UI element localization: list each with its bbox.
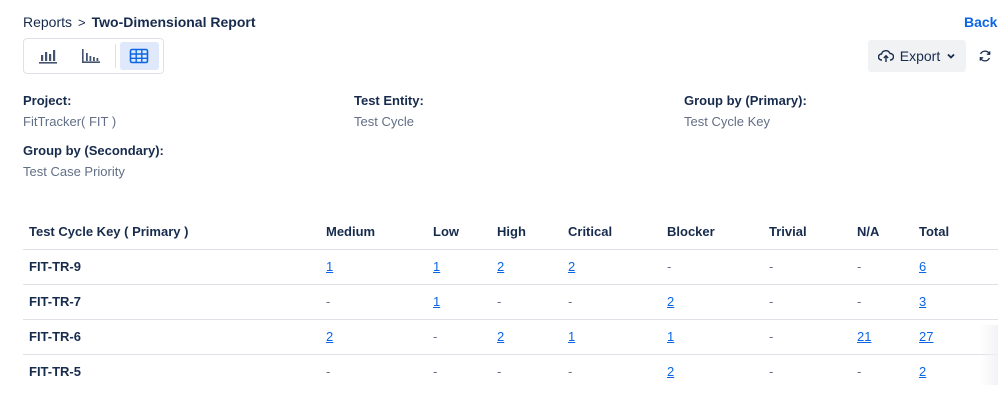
count-cell: 2 (661, 284, 763, 320)
export-label: Export (899, 48, 941, 64)
breadcrumb-separator: > (78, 14, 86, 30)
count-cell: 2 (491, 319, 562, 355)
count-cell: - (433, 364, 438, 380)
breadcrumb-reports-link[interactable]: Reports (23, 14, 72, 30)
refresh-button[interactable] (976, 47, 994, 65)
count-link[interactable]: 1 (667, 329, 674, 344)
toggle-divider (114, 44, 116, 68)
count-cell: 21 (851, 319, 913, 355)
column-header: Medium (320, 215, 427, 250)
count-link[interactable]: 2 (497, 329, 504, 344)
table-view-button[interactable] (119, 42, 160, 70)
export-button[interactable]: Export (868, 40, 966, 72)
table-row: FIT-TR-5 - - - - 2 - - 2 (23, 354, 998, 389)
row-key-cell: FIT-TR-5 (29, 364, 81, 380)
count-cell: - (857, 364, 862, 380)
count-link[interactable]: 2 (919, 364, 926, 379)
column-header: Blocker (661, 215, 763, 250)
column-header: High (491, 215, 562, 250)
horizontal-scroll-shadow (980, 325, 998, 385)
count-cell: - (491, 284, 562, 320)
count-link[interactable]: 2 (667, 364, 674, 379)
view-toggle-group (23, 38, 164, 74)
refresh-icon (979, 50, 991, 62)
column-header: Trivial (763, 215, 851, 250)
group-primary-label: Group by (Primary): (684, 93, 807, 108)
report-table: Test Cycle Key ( Primary ) Medium Low High C… (23, 215, 998, 389)
count-cell: - (427, 319, 491, 355)
count-cell: - (562, 284, 661, 320)
count-cell: 6 (913, 249, 998, 285)
row-key-cell: FIT-TR-6 (23, 319, 320, 355)
table-row: FIT-TR-9 1 1 2 2- - -6 (23, 249, 998, 285)
row-key-cell: FIT-TR-7 (23, 284, 320, 320)
count-link[interactable]: 21 (857, 329, 871, 344)
count-cell: - (326, 364, 331, 380)
count-cell: - (763, 249, 851, 285)
table-row: FIT-TR-7-1- -2- -3 (23, 284, 998, 320)
group-secondary-value: Test Case Priority (23, 164, 125, 179)
test-entity-label: Test Entity: (354, 93, 424, 108)
count-cell: - (661, 249, 763, 285)
count-link[interactable]: 3 (919, 294, 926, 309)
page-title: Two-Dimensional Report (91, 14, 256, 30)
breadcrumb: Reports > Two-Dimensional Report (23, 14, 255, 30)
count-cell: - (320, 284, 427, 320)
column-header: Critical (562, 215, 661, 250)
cloud-upload-icon (877, 50, 894, 62)
count-cell: - (769, 364, 774, 380)
count-link[interactable]: 2 (667, 294, 674, 309)
count-link[interactable]: 1 (568, 329, 575, 344)
count-link[interactable]: 1 (433, 259, 440, 274)
table-row: FIT-TR-6 2-2 1 1-21 27 (23, 319, 998, 355)
count-cell: 1 (320, 249, 427, 285)
project-value: FitTracker( FIT ) (23, 114, 117, 129)
count-cell: 2 (320, 319, 427, 355)
count-cell: 2 (562, 249, 661, 285)
column-header: Total (913, 215, 998, 250)
count-link[interactable]: 27 (919, 329, 933, 344)
count-link[interactable]: 2 (497, 259, 504, 274)
count-link[interactable]: 1 (433, 294, 440, 309)
column-header: Low (427, 215, 491, 250)
row-key-cell: FIT-TR-9 (23, 249, 320, 285)
count-cell: - (763, 284, 851, 320)
table-body: FIT-TR-9 1 1 2 2- - -6 FIT-TR-7-1- -2- -3 FIT-TR-6… (23, 249, 998, 389)
table-header-row: Test Cycle Key ( Primary ) Medium Low High C… (23, 215, 998, 250)
count-cell: 2 (661, 354, 763, 389)
count-cell: - (763, 319, 851, 355)
project-label: Project: (23, 93, 72, 108)
count-link[interactable]: 6 (919, 259, 926, 274)
count-cell: 1 (427, 249, 491, 285)
meta-test-entity: Test Entity: Test Cycle (354, 93, 424, 129)
count-cell: 1 (661, 319, 763, 355)
count-cell: - (497, 364, 502, 380)
back-link[interactable]: Back (964, 14, 998, 30)
chevron-down-icon (947, 53, 955, 59)
column-header: N/A (851, 215, 913, 250)
meta-group-primary: Group by (Primary): Test Cycle Key (684, 93, 807, 129)
count-cell: - (851, 284, 913, 320)
count-cell: 2 (491, 249, 562, 285)
table-grid-icon (130, 48, 149, 64)
count-cell: 3 (913, 284, 998, 320)
count-link[interactable]: 1 (326, 259, 333, 274)
group-primary-value: Test Cycle Key (684, 114, 770, 129)
count-link[interactable]: 2 (326, 329, 333, 344)
bar-chart-icon (38, 50, 57, 64)
bar-chart-view-button[interactable] (28, 42, 67, 70)
meta-group-secondary: Group by (Secondary): Test Case Priority (23, 143, 164, 179)
count-cell: - (568, 364, 573, 380)
histogram-chart-icon (82, 49, 101, 63)
count-link[interactable]: 2 (568, 259, 575, 274)
column-header-key: Test Cycle Key ( Primary ) (23, 215, 320, 250)
count-cell: 1 (427, 284, 491, 320)
meta-project: Project: FitTracker( FIT ) (23, 93, 116, 129)
count-cell: - (851, 249, 913, 285)
group-secondary-label: Group by (Secondary): (23, 143, 164, 158)
count-cell: 1 (562, 319, 661, 355)
histogram-view-button[interactable] (71, 42, 110, 70)
test-entity-value: Test Cycle (354, 114, 414, 129)
